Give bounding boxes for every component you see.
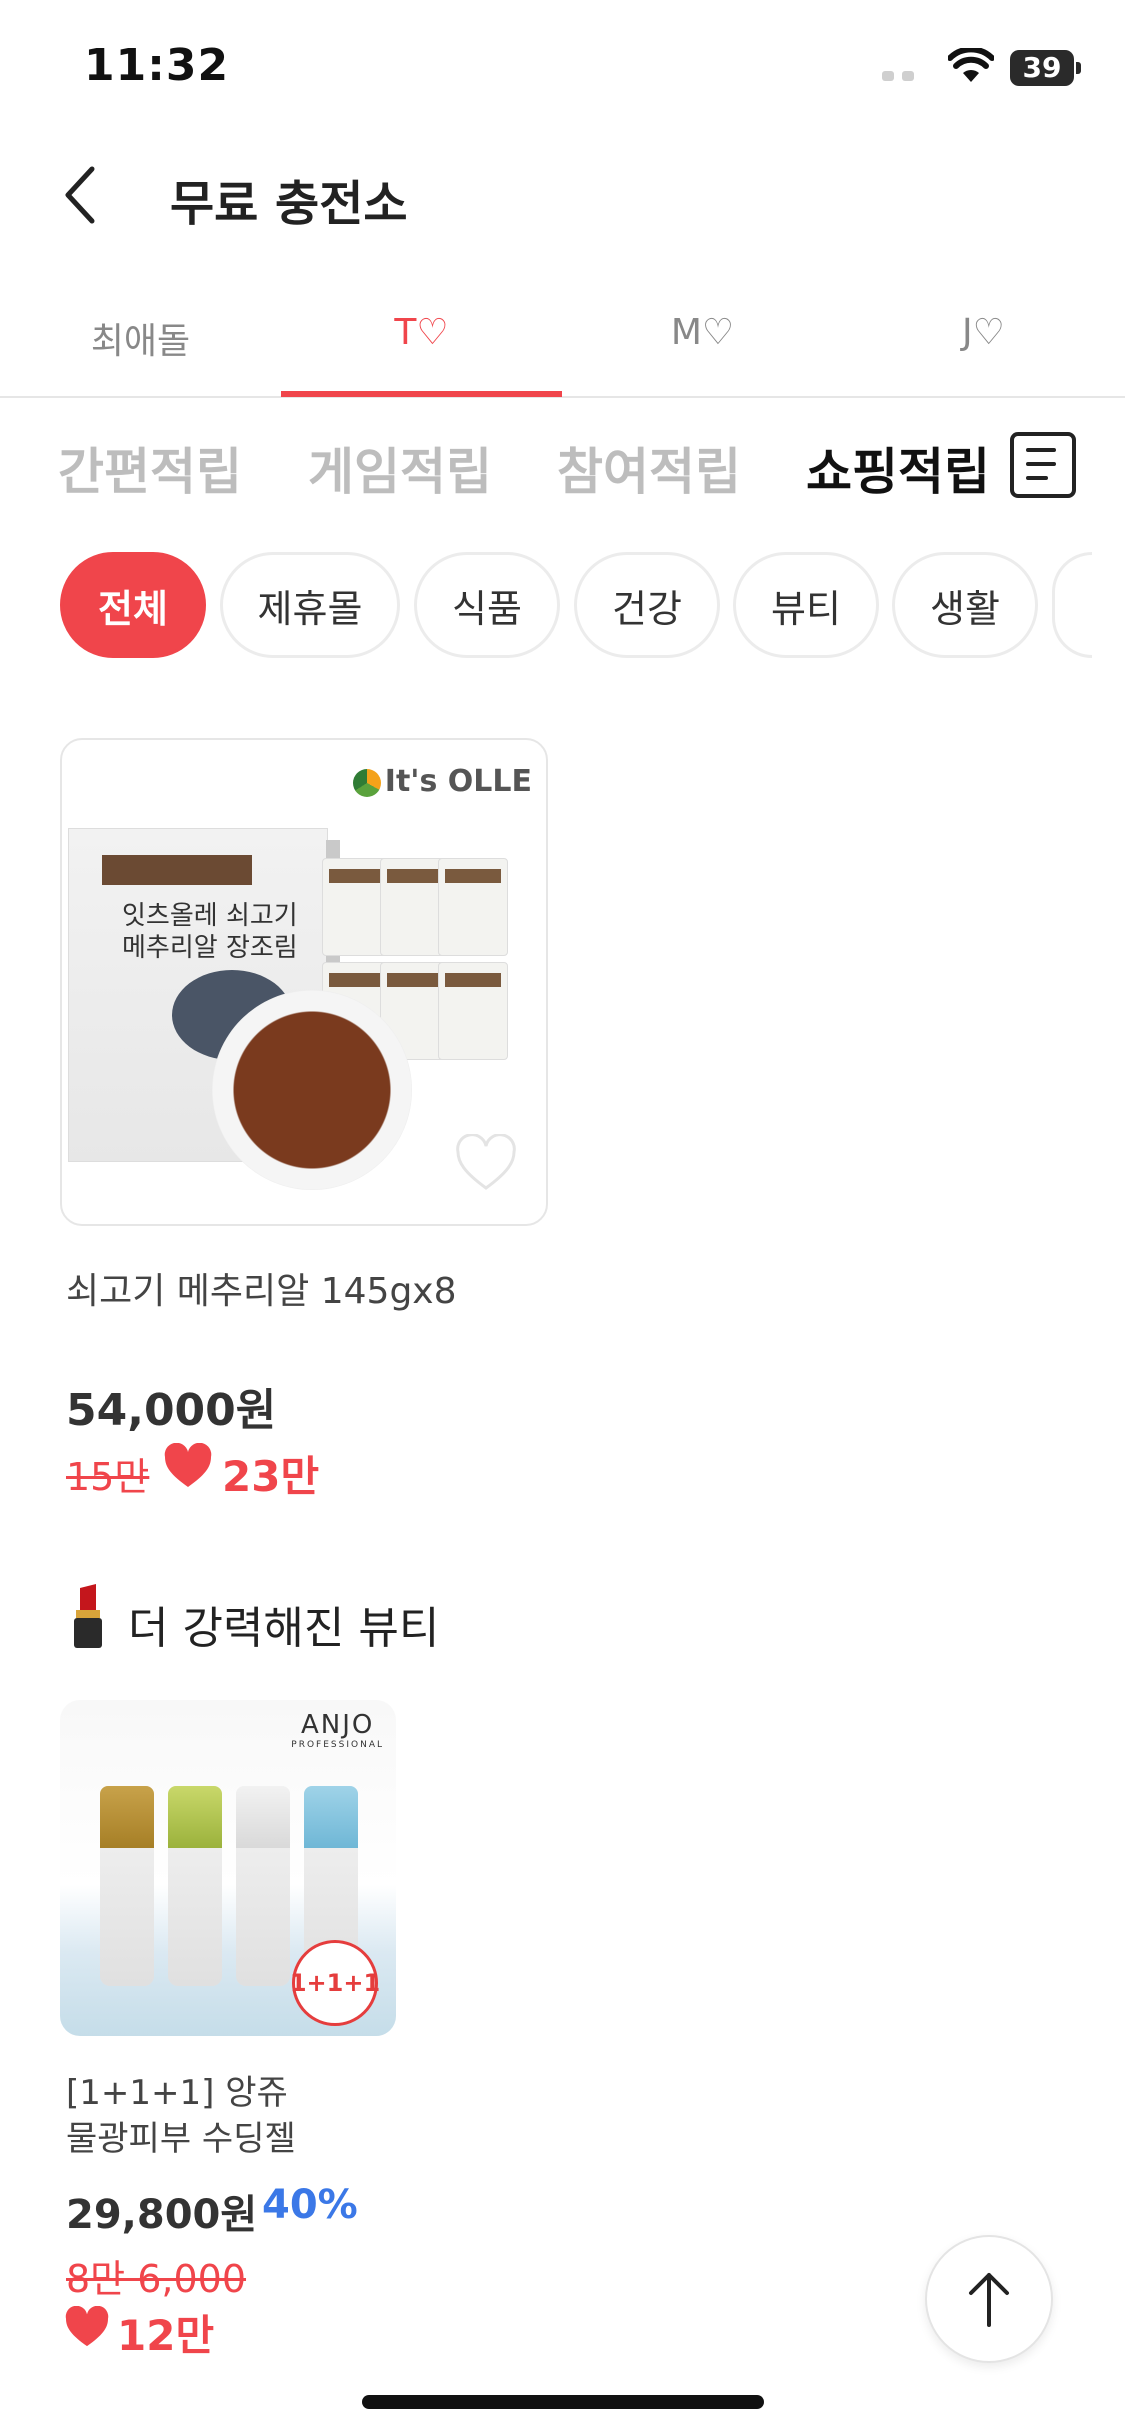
product-price: 29,800원 (66, 2192, 258, 2238)
category-tab-participate[interactable]: 참여적립 (557, 432, 741, 504)
lipstick-icon (66, 1584, 116, 1648)
back-button[interactable] (62, 165, 98, 229)
category-tab-easy[interactable]: 간편적립 (58, 432, 242, 504)
scroll-top-button[interactable] (925, 2235, 1053, 2363)
reward-points: 12만 (117, 2311, 215, 2360)
status-time: 11:32 (84, 40, 230, 91)
pouch-image (438, 962, 508, 1060)
chip-beauty[interactable]: 뷰티 (733, 552, 879, 658)
bottle-image (168, 1786, 222, 1986)
wifi-icon (947, 46, 995, 88)
active-tab-indicator (281, 391, 562, 397)
battery-cap (1076, 62, 1081, 74)
heart-outline-icon (456, 1133, 516, 1190)
dish-image (212, 990, 412, 1190)
product-card-beef[interactable]: It's OLLE 잇츠올레 쇠고기 메추리알 장조림 (60, 738, 548, 1226)
discount-rate: 40% (262, 2182, 358, 2228)
heart-icon (64, 2305, 110, 2352)
product-box-title: 잇츠올레 쇠고기 메추리알 장조림 (122, 901, 298, 963)
arrow-up-icon (969, 2273, 1009, 2327)
chip-health[interactable]: 건강 (574, 552, 720, 658)
tab-t[interactable]: T♡ (281, 312, 562, 353)
pouch-image (438, 858, 508, 956)
product-price: 54,000원 (66, 1385, 277, 1436)
original-points: 8만 6,000 (66, 2257, 247, 2301)
page-title: 무료 충전소 (170, 176, 408, 232)
product-box-label (102, 855, 252, 885)
tab-m[interactable]: M♡ (562, 312, 843, 353)
wishlist-heart-button[interactable] (454, 1133, 518, 1196)
product-name[interactable]: 쇠고기 메추리알 145gx8 (66, 1262, 457, 1314)
tab-choeaedol[interactable]: 최애돌 (0, 312, 281, 364)
reward-points: 23만 (222, 1452, 320, 1501)
chip-affiliate[interactable]: 제휴몰 (220, 552, 400, 658)
brand-logo: It's OLLE (352, 764, 532, 799)
olle-logo-icon (352, 768, 381, 797)
bottle-image (236, 1786, 290, 1986)
battery-icon: 39 (1010, 50, 1074, 86)
chip-living[interactable]: 생활 (892, 552, 1038, 658)
list-view-icon[interactable] (1010, 432, 1076, 498)
brand-logo: ANJO PROFESSIONAL (291, 1710, 384, 1750)
tab-divider (0, 396, 1125, 398)
promo-badge: 1+1+1 (290, 1940, 380, 2026)
bottle-image (100, 1786, 154, 1986)
original-points: 15만 (66, 1455, 150, 1499)
chip-more-partial[interactable] (1052, 552, 1092, 658)
tab-j[interactable]: J♡ (843, 312, 1124, 353)
product-card-anjo[interactable]: ANJO PROFESSIONAL 1+1+1 (60, 1700, 396, 2036)
heart-icon (163, 1442, 213, 1493)
chip-food[interactable]: 식품 (414, 552, 560, 658)
section-title: 더 강력해진 뷰티 (128, 1603, 440, 1654)
chevron-left-icon (65, 166, 95, 224)
home-indicator[interactable] (362, 2395, 764, 2409)
product-name[interactable]: [1+1+1] 앙쥬 물광피부 수딩젤 (66, 2070, 296, 2162)
chip-all[interactable]: 전체 (60, 552, 206, 658)
category-tab-game[interactable]: 게임적립 (308, 432, 492, 504)
signal-icon (882, 66, 922, 85)
category-tab-shopping[interactable]: 쇼핑적립 (806, 432, 990, 504)
